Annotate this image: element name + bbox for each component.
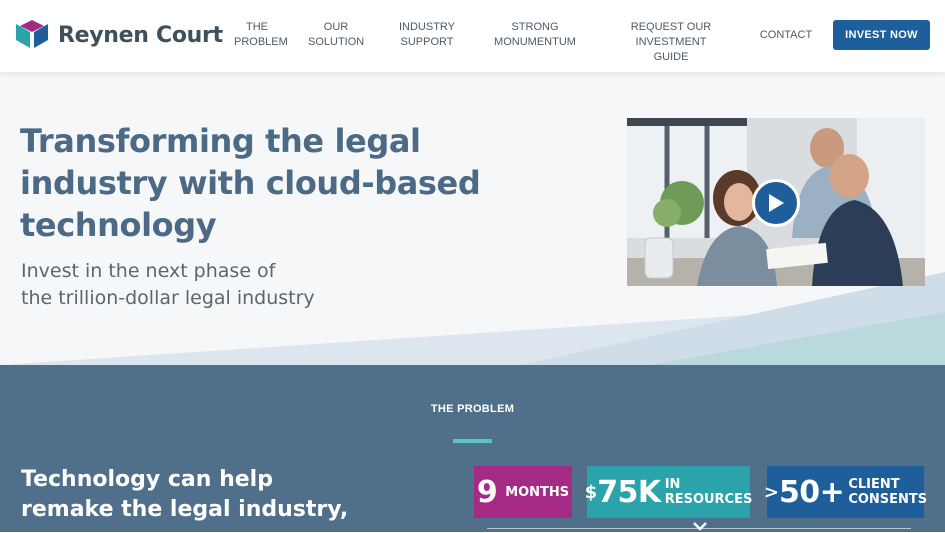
nav-label-line1: Request our — [630, 21, 712, 33]
nav-the-problem[interactable]: The Problem — [234, 20, 288, 50]
stat-value: 50+ — [778, 474, 845, 510]
hero-subtitle-line2: the trillion-dollar legal industry — [21, 287, 315, 309]
hero-section: Transforming the legal industry with clo… — [0, 72, 945, 365]
stat-value: 9 — [476, 474, 498, 510]
nav-label-line1: Contact — [759, 29, 813, 41]
nav-industry-support[interactable]: Industry Support — [396, 20, 458, 50]
section-divider — [453, 439, 492, 443]
stat-resources: $ 75K IN RESOURCES — [584, 466, 753, 518]
stat-label-line2: CONSENTS — [848, 492, 928, 507]
nav-label-line1: Strong — [511, 21, 559, 33]
invest-now-button[interactable]: INVEST NOW — [833, 20, 930, 50]
problem-section: THE PROBLEM Technology can help remake t… — [0, 365, 945, 532]
nav-label-line2: Monumentum — [494, 36, 576, 48]
stat-label: MONTHS — [505, 484, 570, 500]
hero-subtitle-line1: Invest in the next phase of — [21, 260, 276, 282]
stat-months: 9 MONTHS — [474, 466, 572, 518]
nav-label-line2: Problem — [234, 36, 288, 48]
brand-name: Reynen Court — [58, 22, 223, 48]
stat-label: IN RESOURCES — [665, 477, 753, 507]
nav-our-solution[interactable]: Our Solution — [308, 20, 364, 50]
problem-heading-line1: Technology can help — [21, 467, 273, 492]
brand-logo[interactable]: Reynen Court — [14, 18, 223, 52]
stat-prefix: > — [763, 481, 779, 503]
hero-subtitle: Invest in the next phase of the trillion… — [21, 258, 421, 312]
nav-label-line1: The — [246, 21, 268, 33]
problem-heading-line2: remake the legal industry, — [21, 497, 349, 522]
problem-heading: Technology can help remake the legal ind… — [21, 465, 381, 525]
nav-strong-momentum[interactable]: Strong Monumentum — [494, 20, 576, 50]
nav-label-line2: Support — [400, 36, 454, 48]
section-label: THE PROBLEM — [430, 403, 515, 415]
nav-investment-guide[interactable]: Request our Investment guide — [618, 20, 724, 65]
nav-label-line1: Industry — [398, 21, 456, 33]
stat-label: CLIENT CONSENTS — [848, 477, 927, 507]
stat-prefix: $ — [584, 481, 598, 503]
nav-label-line1: Our — [323, 21, 349, 33]
nav-label-line2: Investment guide — [635, 36, 707, 63]
stat-label-line2: RESOURCES — [664, 492, 753, 507]
chevron-down-icon[interactable] — [692, 521, 708, 533]
stat-label-line1: IN — [664, 477, 681, 492]
stat-value: 75K — [597, 474, 661, 510]
hero-title: Transforming the legal industry with clo… — [20, 122, 481, 244]
nav-label-line2: Solution — [308, 36, 365, 48]
stat-label-line1: CLIENT — [848, 477, 900, 492]
site-header: Reynen Court The Problem Our Solution In… — [0, 0, 945, 72]
play-icon — [769, 194, 784, 212]
nav-contact[interactable]: Contact — [756, 28, 816, 43]
stat-consents: > 50+ CLIENT CONSENTS — [763, 466, 927, 518]
logo-mark-icon — [16, 20, 48, 48]
play-button[interactable] — [752, 179, 800, 227]
